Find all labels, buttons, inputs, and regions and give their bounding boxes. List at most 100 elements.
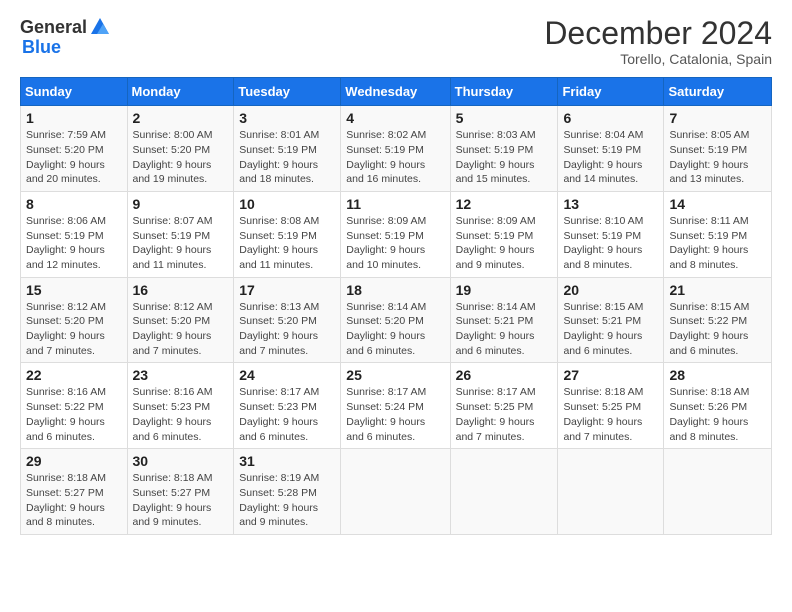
header-monday: Monday xyxy=(127,78,234,106)
calendar-cell: 26 Sunrise: 8:17 AM Sunset: 5:25 PM Dayl… xyxy=(450,363,558,449)
daylight: Daylight: 9 hours and 6 minutes. xyxy=(26,416,105,443)
calendar-week-4: 22 Sunrise: 8:16 AM Sunset: 5:22 PM Dayl… xyxy=(21,363,772,449)
logo: General Blue xyxy=(20,16,111,56)
sunrise: Sunrise: 8:12 AM xyxy=(133,301,213,313)
calendar-cell xyxy=(341,449,450,535)
sunset: Sunset: 5:19 PM xyxy=(456,144,534,156)
calendar-cell: 22 Sunrise: 8:16 AM Sunset: 5:22 PM Dayl… xyxy=(21,363,128,449)
day-info: Sunrise: 8:18 AM Sunset: 5:25 PM Dayligh… xyxy=(563,385,658,444)
calendar-week-1: 1 Sunrise: 7:59 AM Sunset: 5:20 PM Dayli… xyxy=(21,106,772,192)
daylight: Daylight: 9 hours and 18 minutes. xyxy=(239,159,318,186)
day-number: 27 xyxy=(563,367,658,383)
calendar-cell: 28 Sunrise: 8:18 AM Sunset: 5:26 PM Dayl… xyxy=(664,363,772,449)
day-info: Sunrise: 8:17 AM Sunset: 5:25 PM Dayligh… xyxy=(456,385,553,444)
day-number: 21 xyxy=(669,282,766,298)
daylight: Daylight: 9 hours and 6 minutes. xyxy=(346,330,425,357)
sunrise: Sunrise: 8:03 AM xyxy=(456,129,536,141)
day-info: Sunrise: 8:18 AM Sunset: 5:26 PM Dayligh… xyxy=(669,385,766,444)
daylight: Daylight: 9 hours and 6 minutes. xyxy=(669,330,748,357)
sunset: Sunset: 5:19 PM xyxy=(669,230,747,242)
daylight: Daylight: 9 hours and 15 minutes. xyxy=(456,159,535,186)
calendar-cell: 2 Sunrise: 8:00 AM Sunset: 5:20 PM Dayli… xyxy=(127,106,234,192)
daylight: Daylight: 9 hours and 7 minutes. xyxy=(133,330,212,357)
sunrise: Sunrise: 8:09 AM xyxy=(456,215,536,227)
daylight: Daylight: 9 hours and 6 minutes. xyxy=(563,330,642,357)
day-number: 22 xyxy=(26,367,122,383)
calendar-header-row: Sunday Monday Tuesday Wednesday Thursday… xyxy=(21,78,772,106)
header-saturday: Saturday xyxy=(664,78,772,106)
day-info: Sunrise: 8:17 AM Sunset: 5:24 PM Dayligh… xyxy=(346,385,444,444)
sunrise: Sunrise: 8:18 AM xyxy=(26,472,106,484)
day-number: 25 xyxy=(346,367,444,383)
calendar-cell: 14 Sunrise: 8:11 AM Sunset: 5:19 PM Dayl… xyxy=(664,191,772,277)
sunrise: Sunrise: 8:17 AM xyxy=(346,386,426,398)
sunrise: Sunrise: 8:01 AM xyxy=(239,129,319,141)
calendar-cell: 24 Sunrise: 8:17 AM Sunset: 5:23 PM Dayl… xyxy=(234,363,341,449)
calendar-cell: 16 Sunrise: 8:12 AM Sunset: 5:20 PM Dayl… xyxy=(127,277,234,363)
day-number: 14 xyxy=(669,196,766,212)
calendar-cell xyxy=(664,449,772,535)
day-number: 2 xyxy=(133,110,229,126)
sunrise: Sunrise: 8:07 AM xyxy=(133,215,213,227)
header-wednesday: Wednesday xyxy=(341,78,450,106)
day-number: 9 xyxy=(133,196,229,212)
logo-icon xyxy=(89,16,111,38)
day-number: 28 xyxy=(669,367,766,383)
daylight: Daylight: 9 hours and 9 minutes. xyxy=(456,244,535,271)
sunrise: Sunrise: 8:18 AM xyxy=(563,386,643,398)
sunrise: Sunrise: 8:14 AM xyxy=(456,301,536,313)
daylight: Daylight: 9 hours and 14 minutes. xyxy=(563,159,642,186)
daylight: Daylight: 9 hours and 16 minutes. xyxy=(346,159,425,186)
daylight: Daylight: 9 hours and 10 minutes. xyxy=(346,244,425,271)
daylight: Daylight: 9 hours and 20 minutes. xyxy=(26,159,105,186)
day-info: Sunrise: 8:18 AM Sunset: 5:27 PM Dayligh… xyxy=(26,471,122,530)
day-info: Sunrise: 8:09 AM Sunset: 5:19 PM Dayligh… xyxy=(346,214,444,273)
calendar-cell xyxy=(450,449,558,535)
day-number: 18 xyxy=(346,282,444,298)
sunset: Sunset: 5:25 PM xyxy=(456,401,534,413)
header: General Blue December 2024 Torello, Cata… xyxy=(20,16,772,67)
daylight: Daylight: 9 hours and 13 minutes. xyxy=(669,159,748,186)
day-info: Sunrise: 8:18 AM Sunset: 5:27 PM Dayligh… xyxy=(133,471,229,530)
day-number: 15 xyxy=(26,282,122,298)
calendar-cell: 12 Sunrise: 8:09 AM Sunset: 5:19 PM Dayl… xyxy=(450,191,558,277)
calendar-cell: 30 Sunrise: 8:18 AM Sunset: 5:27 PM Dayl… xyxy=(127,449,234,535)
day-info: Sunrise: 8:15 AM Sunset: 5:21 PM Dayligh… xyxy=(563,300,658,359)
calendar-cell: 13 Sunrise: 8:10 AM Sunset: 5:19 PM Dayl… xyxy=(558,191,664,277)
sunset: Sunset: 5:19 PM xyxy=(133,230,211,242)
day-info: Sunrise: 8:01 AM Sunset: 5:19 PM Dayligh… xyxy=(239,128,335,187)
sunset: Sunset: 5:20 PM xyxy=(133,315,211,327)
day-info: Sunrise: 8:11 AM Sunset: 5:19 PM Dayligh… xyxy=(669,214,766,273)
day-info: Sunrise: 8:07 AM Sunset: 5:19 PM Dayligh… xyxy=(133,214,229,273)
sunset: Sunset: 5:19 PM xyxy=(669,144,747,156)
sunset: Sunset: 5:22 PM xyxy=(26,401,104,413)
day-number: 13 xyxy=(563,196,658,212)
daylight: Daylight: 9 hours and 7 minutes. xyxy=(563,416,642,443)
day-info: Sunrise: 8:05 AM Sunset: 5:19 PM Dayligh… xyxy=(669,128,766,187)
sunrise: Sunrise: 8:05 AM xyxy=(669,129,749,141)
calendar-table: Sunday Monday Tuesday Wednesday Thursday… xyxy=(20,77,772,535)
calendar-cell: 3 Sunrise: 8:01 AM Sunset: 5:19 PM Dayli… xyxy=(234,106,341,192)
sunset: Sunset: 5:19 PM xyxy=(456,230,534,242)
sunrise: Sunrise: 8:17 AM xyxy=(239,386,319,398)
sunrise: Sunrise: 8:16 AM xyxy=(133,386,213,398)
calendar-cell: 4 Sunrise: 8:02 AM Sunset: 5:19 PM Dayli… xyxy=(341,106,450,192)
calendar-cell xyxy=(558,449,664,535)
sunset: Sunset: 5:19 PM xyxy=(346,144,424,156)
logo-blue: Blue xyxy=(22,38,61,56)
day-info: Sunrise: 8:03 AM Sunset: 5:19 PM Dayligh… xyxy=(456,128,553,187)
calendar-cell: 31 Sunrise: 8:19 AM Sunset: 5:28 PM Dayl… xyxy=(234,449,341,535)
day-number: 4 xyxy=(346,110,444,126)
calendar-cell: 8 Sunrise: 8:06 AM Sunset: 5:19 PM Dayli… xyxy=(21,191,128,277)
calendar-cell: 27 Sunrise: 8:18 AM Sunset: 5:25 PM Dayl… xyxy=(558,363,664,449)
daylight: Daylight: 9 hours and 8 minutes. xyxy=(669,244,748,271)
sunrise: Sunrise: 8:12 AM xyxy=(26,301,106,313)
daylight: Daylight: 9 hours and 11 minutes. xyxy=(239,244,318,271)
sunrise: Sunrise: 8:15 AM xyxy=(669,301,749,313)
sunset: Sunset: 5:22 PM xyxy=(669,315,747,327)
daylight: Daylight: 9 hours and 6 minutes. xyxy=(346,416,425,443)
day-info: Sunrise: 8:16 AM Sunset: 5:22 PM Dayligh… xyxy=(26,385,122,444)
day-info: Sunrise: 8:06 AM Sunset: 5:19 PM Dayligh… xyxy=(26,214,122,273)
sunrise: Sunrise: 8:16 AM xyxy=(26,386,106,398)
calendar-cell: 19 Sunrise: 8:14 AM Sunset: 5:21 PM Dayl… xyxy=(450,277,558,363)
